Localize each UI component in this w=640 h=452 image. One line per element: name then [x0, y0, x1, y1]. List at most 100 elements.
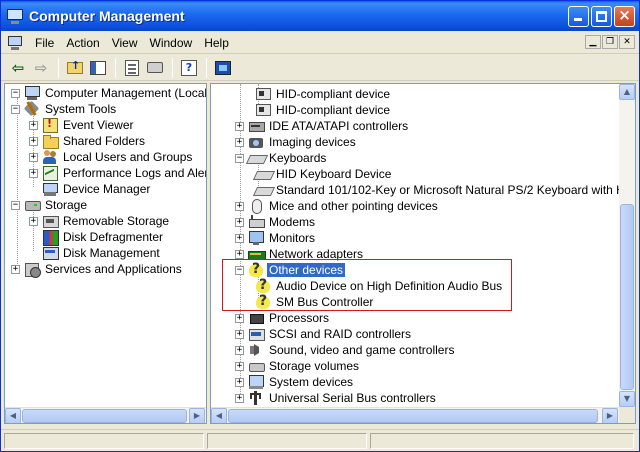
tree-item-label: Sound, video and game controllers: [269, 343, 455, 357]
expand-icon[interactable]: +: [235, 377, 244, 387]
back-button[interactable]: ⇦: [7, 57, 29, 79]
mdi-close-button[interactable]: ✕: [619, 35, 635, 49]
device-list-pane[interactable]: HID-compliant device HID-compliant devic…: [210, 83, 636, 424]
tree-item-label: HID-compliant device: [276, 103, 391, 117]
system-device-icon: [248, 374, 264, 390]
scroll-left-icon[interactable]: ◀: [5, 408, 21, 423]
tree-item-disk-defragmenter[interactable]: Disk Defragmenter: [29, 229, 165, 246]
expand-icon[interactable]: +: [29, 136, 38, 146]
expand-icon[interactable]: +: [235, 137, 244, 147]
maximize-icon: [596, 11, 607, 22]
tree-item-system-tools[interactable]: − System Tools: [11, 101, 118, 117]
category-monitors[interactable]: + Monitors: [235, 230, 317, 246]
tree-item-event-viewer[interactable]: + Event Viewer: [29, 117, 135, 133]
category-usb-controllers[interactable]: + Universal Serial Bus controllers: [235, 390, 438, 406]
tree-item-label: Performance Logs and Alerts: [63, 166, 207, 180]
expand-icon[interactable]: +: [11, 264, 20, 274]
expand-icon[interactable]: +: [235, 249, 244, 259]
device-ps2-keyboard[interactable]: Standard 101/102-Key or Microsoft Natura…: [255, 182, 635, 198]
menu-action[interactable]: Action: [60, 36, 105, 50]
menu-view[interactable]: View: [106, 36, 144, 50]
collapse-icon[interactable]: −: [235, 153, 244, 163]
expand-icon[interactable]: +: [29, 152, 38, 162]
tree-item-local-users-groups[interactable]: + Local Users and Groups: [29, 149, 194, 165]
category-sound-video-game[interactable]: + Sound, video and game controllers: [235, 342, 456, 358]
tree-item-removable-storage[interactable]: + Removable Storage: [29, 213, 171, 229]
properties-button[interactable]: [121, 57, 143, 79]
minimize-icon: [574, 18, 582, 21]
mdi-minimize-button[interactable]: ▁: [585, 35, 601, 49]
minimize-button[interactable]: [568, 6, 589, 27]
scroll-down-icon[interactable]: ▼: [619, 391, 635, 407]
expand-icon[interactable]: +: [235, 217, 244, 227]
help-button[interactable]: ?: [178, 57, 200, 79]
show-hide-tree-button[interactable]: [87, 57, 109, 79]
category-modems[interactable]: + Modems: [235, 214, 317, 230]
scroll-left-icon[interactable]: ◀: [211, 408, 227, 423]
tree-item-storage[interactable]: − Storage: [11, 197, 89, 213]
tree-item-services-applications[interactable]: + Services and Applications: [11, 261, 184, 278]
camera-icon: [248, 134, 264, 150]
maximize-button[interactable]: [591, 6, 612, 27]
category-storage-volumes[interactable]: + Storage volumes: [235, 358, 361, 374]
title-bar[interactable]: Computer Management ×: [1, 1, 639, 31]
console-tree-pane[interactable]: − Computer Management (Local) − System T…: [4, 83, 207, 424]
expand-icon[interactable]: +: [29, 120, 38, 130]
tree-item-disk-management[interactable]: Disk Management: [29, 245, 162, 261]
scan-hardware-button[interactable]: [212, 57, 234, 79]
status-bar: [1, 429, 639, 451]
expand-icon[interactable]: +: [235, 361, 244, 371]
storage-volume-icon: [248, 358, 265, 374]
forward-button[interactable]: ⇨: [30, 57, 52, 79]
system-menu-icon[interactable]: [7, 35, 23, 51]
tree-item-device-manager[interactable]: Device Manager: [29, 181, 152, 197]
tree-item-performance-logs[interactable]: + Performance Logs and Alerts: [29, 165, 207, 181]
scroll-right-icon[interactable]: ▶: [189, 408, 205, 423]
close-button[interactable]: ×: [614, 6, 635, 27]
forward-arrow-icon: ⇨: [34, 58, 48, 77]
tree-item-label: Shared Folders: [63, 134, 146, 148]
expand-icon[interactable]: +: [29, 168, 38, 178]
expand-icon[interactable]: +: [235, 313, 244, 323]
menu-window[interactable]: Window: [144, 36, 199, 50]
right-horizontal-scrollbar[interactable]: ◀ ▶: [211, 407, 619, 423]
tree-item-shared-folders[interactable]: + Shared Folders: [29, 133, 147, 149]
expand-icon[interactable]: +: [235, 233, 244, 243]
tree-item-label: Device Manager: [63, 182, 151, 196]
category-keyboards[interactable]: − Keyboards: [235, 150, 328, 166]
scroll-right-icon[interactable]: ▶: [602, 408, 618, 423]
collapse-icon[interactable]: −: [11, 200, 20, 210]
category-mice[interactable]: + Mice and other pointing devices: [235, 198, 440, 214]
category-imaging-devices[interactable]: + Imaging devices: [235, 134, 358, 150]
expand-icon[interactable]: +: [235, 393, 244, 403]
device-hid-compliant-2[interactable]: HID-compliant device: [255, 102, 392, 118]
tree-item-computer-management[interactable]: − Computer Management (Local): [11, 85, 206, 101]
removable-storage-icon: [42, 213, 59, 229]
category-system-devices[interactable]: + System devices: [235, 374, 355, 390]
expand-icon[interactable]: +: [235, 121, 244, 131]
expand-icon[interactable]: +: [235, 201, 244, 211]
right-vertical-scrollbar[interactable]: ▲ ▼: [619, 84, 635, 407]
up-one-level-button[interactable]: [64, 57, 86, 79]
menu-help[interactable]: Help: [198, 36, 235, 50]
device-hid-compliant-1[interactable]: HID-compliant device: [255, 86, 392, 102]
scroll-thumb[interactable]: [22, 409, 187, 423]
collapse-icon[interactable]: −: [11, 88, 20, 98]
expand-icon[interactable]: +: [235, 345, 244, 355]
device-hid-keyboard[interactable]: HID Keyboard Device: [255, 166, 393, 182]
scroll-thumb[interactable]: [620, 204, 634, 390]
category-processors[interactable]: + Processors: [235, 310, 331, 326]
collapse-icon[interactable]: −: [11, 104, 20, 114]
category-scsi-raid[interactable]: + SCSI and RAID controllers: [235, 326, 413, 342]
scroll-thumb[interactable]: [228, 409, 598, 423]
scroll-up-icon[interactable]: ▲: [619, 84, 635, 100]
expand-icon[interactable]: +: [29, 216, 38, 226]
menu-file[interactable]: File: [29, 36, 60, 50]
expand-icon[interactable]: +: [235, 329, 244, 339]
print-button[interactable]: [144, 57, 166, 79]
mdi-restore-button[interactable]: ❐: [602, 35, 618, 49]
left-horizontal-scrollbar[interactable]: ◀ ▶: [5, 407, 206, 423]
category-ide-controllers[interactable]: + IDE ATA/ATAPI controllers: [235, 118, 410, 134]
tools-icon: [24, 101, 40, 117]
tree-item-label: Disk Management: [63, 246, 160, 260]
